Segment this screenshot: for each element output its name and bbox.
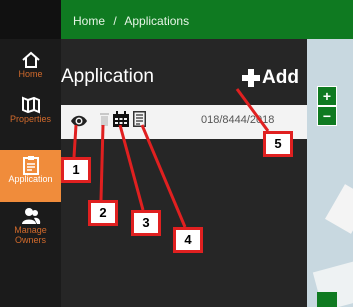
- sidebar-item-label: Manage Owners: [14, 225, 47, 245]
- breadcrumb-separator: /: [113, 14, 117, 28]
- sidebar-item-properties[interactable]: Properties: [0, 95, 61, 139]
- application-reference[interactable]: 018/8444/2018: [201, 114, 274, 126]
- map-icon: [21, 96, 40, 114]
- applications-panel: Application Add 018/8444/2018: [61, 39, 307, 307]
- annotation-callout-4: 4: [173, 227, 203, 253]
- sidebar-item-manage-owners[interactable]: Manage Owners: [0, 206, 61, 262]
- page-title: Application: [61, 66, 154, 87]
- map-control-button[interactable]: [317, 292, 337, 307]
- sidebar-item-label: Home: [18, 69, 43, 79]
- calendar-icon[interactable]: [113, 111, 129, 127]
- breadcrumb: Home / Applications: [73, 14, 189, 28]
- trash-icon[interactable]: [100, 113, 109, 126]
- sidebar-item-home[interactable]: Home: [0, 50, 61, 88]
- zoom-out-button[interactable]: −: [317, 106, 337, 126]
- sidebar-item-label: Application: [8, 174, 53, 184]
- plus-icon: [242, 69, 260, 87]
- app-window: Home Properties Application Manage Owner…: [0, 0, 353, 307]
- annotation-callout-5: 5: [263, 131, 293, 157]
- sidebar-item-label: Properties: [9, 114, 52, 124]
- document-icon[interactable]: [133, 111, 146, 127]
- breadcrumb-home[interactable]: Home: [73, 14, 105, 28]
- breadcrumb-current: Applications: [124, 14, 190, 28]
- home-icon: [21, 51, 40, 68]
- sidebar-top-strip: [0, 0, 61, 39]
- add-button[interactable]: Add: [242, 66, 299, 90]
- annotation-callout-2: 2: [88, 200, 118, 226]
- map-landmass: [325, 184, 353, 234]
- clipboard-icon: [22, 156, 39, 175]
- annotation-callout-3: 3: [131, 210, 161, 236]
- eye-icon[interactable]: [71, 114, 87, 128]
- map-view[interactable]: + −: [307, 39, 353, 307]
- zoom-in-button[interactable]: +: [317, 86, 337, 106]
- sidebar-item-application[interactable]: Application: [0, 150, 61, 202]
- annotation-callout-1: 1: [61, 157, 91, 183]
- header-bar: Home / Applications: [61, 0, 353, 39]
- add-button-label: Add: [262, 67, 299, 88]
- users-icon: [21, 208, 40, 224]
- sidebar: Home Properties Application Manage Owner…: [0, 0, 62, 307]
